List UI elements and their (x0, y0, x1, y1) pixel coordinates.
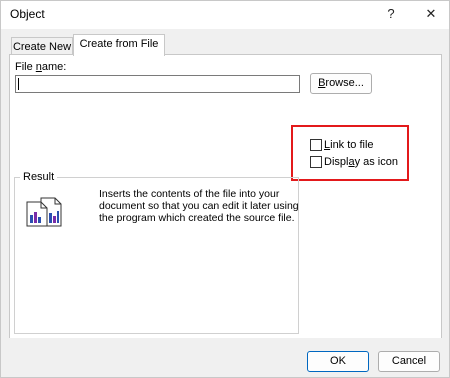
result-label: Result (20, 171, 58, 183)
display-as-icon-checkbox[interactable] (310, 156, 322, 168)
file-name-label: File name: (15, 61, 67, 73)
link-to-file-checkbox[interactable] (310, 139, 322, 151)
dialog-footer: OK Cancel (1, 338, 449, 377)
file-name-input[interactable] (15, 75, 300, 93)
title-bar: Object ? ✕ (1, 1, 449, 29)
tab-panel: File name: Browse... Link to file Displa… (9, 54, 442, 339)
help-button[interactable]: ? (376, 3, 406, 25)
text-caret (18, 78, 19, 90)
dialog-title: Object (10, 7, 45, 21)
link-to-file-label: Link to file (324, 139, 374, 151)
object-dialog: Object ? ✕ Create New Create from File F… (0, 0, 450, 378)
browse-button[interactable]: Browse... (310, 73, 372, 94)
cancel-button[interactable]: Cancel (378, 351, 440, 372)
options-highlight-box (291, 125, 409, 181)
result-description: Inserts the contents of the file into yo… (99, 188, 299, 224)
ok-button[interactable]: OK (307, 351, 369, 372)
tab-create-from-file[interactable]: Create from File (73, 34, 165, 56)
display-as-icon-label: Display as icon (324, 156, 398, 168)
document-object-icon (26, 197, 62, 227)
result-group: Result Inserts the contents of the file … (14, 171, 299, 334)
close-button[interactable]: ✕ (416, 3, 446, 25)
